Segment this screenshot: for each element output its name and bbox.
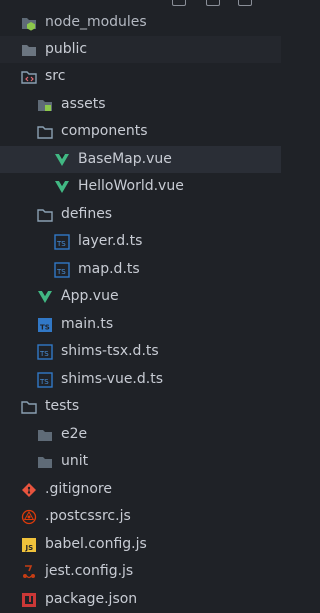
vue-icon (37, 289, 53, 305)
typescript-def-icon: TS (54, 261, 70, 278)
typescript-icon: TS (37, 317, 53, 333)
refresh-icon[interactable] (206, 0, 220, 6)
tree-item-label: tests (45, 398, 80, 414)
tree-item-tests[interactable]: tests (0, 393, 281, 420)
collapse-icon[interactable] (172, 0, 186, 6)
npm-icon (21, 592, 37, 608)
tree-item-jest-config-js[interactable]: jest.config.js (0, 558, 281, 585)
new-folder-icon[interactable] (238, 0, 252, 6)
tree-item-components[interactable]: components (0, 118, 281, 145)
toolbar-strip (0, 0, 281, 6)
folder-assets-icon (37, 97, 53, 113)
tree-item-label: node_modules (45, 14, 147, 30)
tree-item-label: src (45, 68, 66, 84)
tree-item-package-json[interactable]: package.json (0, 586, 281, 613)
tree-item-public[interactable]: public (0, 36, 281, 63)
tree-item-main-ts[interactable]: TS main.ts (0, 311, 281, 338)
tree-item-helloworld-vue[interactable]: HelloWorld.vue (0, 173, 281, 200)
postcss-icon (21, 509, 37, 525)
tree-item-unit[interactable]: unit (0, 448, 281, 475)
typescript-def-icon: TS (37, 343, 53, 360)
tree-item-label: .postcssrc.js (45, 508, 131, 524)
svg-text:TS: TS (39, 378, 49, 386)
tree-item-shims-tsx-d-ts[interactable]: TS shims-tsx.d.ts (0, 338, 281, 365)
tree-item-shims-vue-d-ts[interactable]: TS shims-vue.d.ts (0, 366, 281, 393)
tree-item-label: jest.config.js (45, 563, 134, 579)
folder-open-icon (37, 124, 53, 140)
tree-item-label: unit (61, 453, 89, 469)
tree-item-layer-d-ts[interactable]: TS layer.d.ts (0, 228, 281, 255)
typescript-def-icon: TS (37, 371, 53, 388)
tree-item-label: HelloWorld.vue (78, 178, 184, 194)
tree-item-label: layer.d.ts (78, 233, 143, 249)
folder-icon (37, 427, 53, 443)
tree-item-gitignore[interactable]: .gitignore (0, 476, 281, 503)
svg-text:TS: TS (56, 268, 66, 276)
tree-item-label: public (45, 41, 88, 57)
folder-src-open-icon (21, 69, 37, 85)
tree-item-label: main.ts (61, 316, 114, 332)
tree-item-label: map.d.ts (78, 261, 140, 277)
tree-item-postcssrc-js[interactable]: .postcssrc.js (0, 503, 281, 530)
typescript-def-icon: TS (54, 233, 70, 250)
svg-text:JS: JS (25, 544, 34, 552)
tree-item-label: e2e (61, 426, 88, 442)
tree-item-src[interactable]: src (0, 63, 281, 90)
tree-item-label: package.json (45, 591, 138, 607)
tree-item-label: assets (61, 96, 106, 112)
tree-item-defines[interactable]: defines (0, 201, 281, 228)
folder-icon (21, 42, 37, 58)
tree-item-e2e[interactable]: e2e (0, 421, 281, 448)
javascript-icon: JS (21, 537, 37, 553)
tree-item-assets[interactable]: assets (0, 91, 281, 118)
vue-icon (54, 152, 70, 168)
tree-item-label: babel.config.js (45, 536, 147, 552)
tree-item-label: shims-vue.d.ts (61, 371, 164, 387)
svg-text:TS: TS (39, 350, 49, 358)
svg-text:TS: TS (40, 323, 50, 331)
tree-item-map-d-ts[interactable]: TS map.d.ts (0, 256, 281, 283)
jest-icon (21, 564, 37, 580)
tree-item-label: shims-tsx.d.ts (61, 343, 159, 359)
folder-icon (37, 454, 53, 470)
tree-item-label: BaseMap.vue (78, 151, 172, 167)
folder-node-icon (21, 15, 37, 31)
folder-test-open-icon (21, 399, 37, 415)
tree-item-label: defines (61, 206, 113, 222)
svg-text:TS: TS (56, 240, 66, 248)
tree-item-babel-config-js[interactable]: JS babel.config.js (0, 531, 281, 558)
vue-icon (54, 179, 70, 195)
tree-item-label: .gitignore (45, 481, 112, 497)
tree-item-basemap-vue[interactable]: BaseMap.vue (0, 146, 281, 173)
folder-open-icon (37, 207, 53, 223)
tree-item-node-modules[interactable]: node_modules (0, 9, 281, 36)
tree-item-label: components (61, 123, 148, 139)
git-icon (21, 482, 37, 498)
tree-item-label: App.vue (61, 288, 119, 304)
tree-item-app-vue[interactable]: App.vue (0, 283, 281, 310)
